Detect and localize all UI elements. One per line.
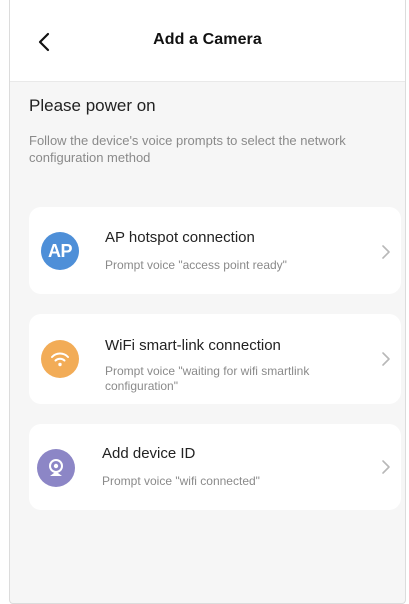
ap-hotspot-title: AP hotspot connection [105, 229, 255, 246]
ap-icon: AP [41, 232, 79, 270]
device-id-icon [37, 449, 75, 487]
wifi-smartlink-title: WiFi smart-link connection [105, 337, 281, 354]
wifi-smartlink-description: Prompt voice "waiting for wifi smartlink… [105, 364, 310, 393]
add-device-id-option[interactable]: Add device ID Prompt voice "wifi connect… [29, 424, 401, 510]
ap-hotspot-description: Prompt voice "access point ready" [105, 258, 287, 272]
wifi-glyph [51, 352, 69, 367]
top-bar: Add a Camera [10, 0, 405, 82]
wifi-smartlink-option[interactable]: WiFi smart-link connection Prompt voice … [29, 314, 401, 404]
add-device-id-description: Prompt voice "wifi connected" [102, 474, 260, 488]
power-on-heading: Please power on [29, 96, 156, 115]
wifi-icon [41, 340, 79, 378]
chevron-right-icon [382, 460, 390, 474]
chevron-right-icon [382, 245, 390, 259]
app-screen: Add a Camera Please power on Follow the … [9, 0, 406, 604]
ap-hotspot-option[interactable]: AP AP hotspot connection Prompt voice "a… [29, 207, 401, 294]
power-on-description: Follow the device's voice prompts to sel… [29, 133, 346, 165]
camera-glyph [49, 459, 63, 476]
chevron-right-icon [382, 352, 390, 366]
add-device-id-title: Add device ID [102, 445, 196, 462]
page-title: Add a Camera [153, 31, 262, 48]
